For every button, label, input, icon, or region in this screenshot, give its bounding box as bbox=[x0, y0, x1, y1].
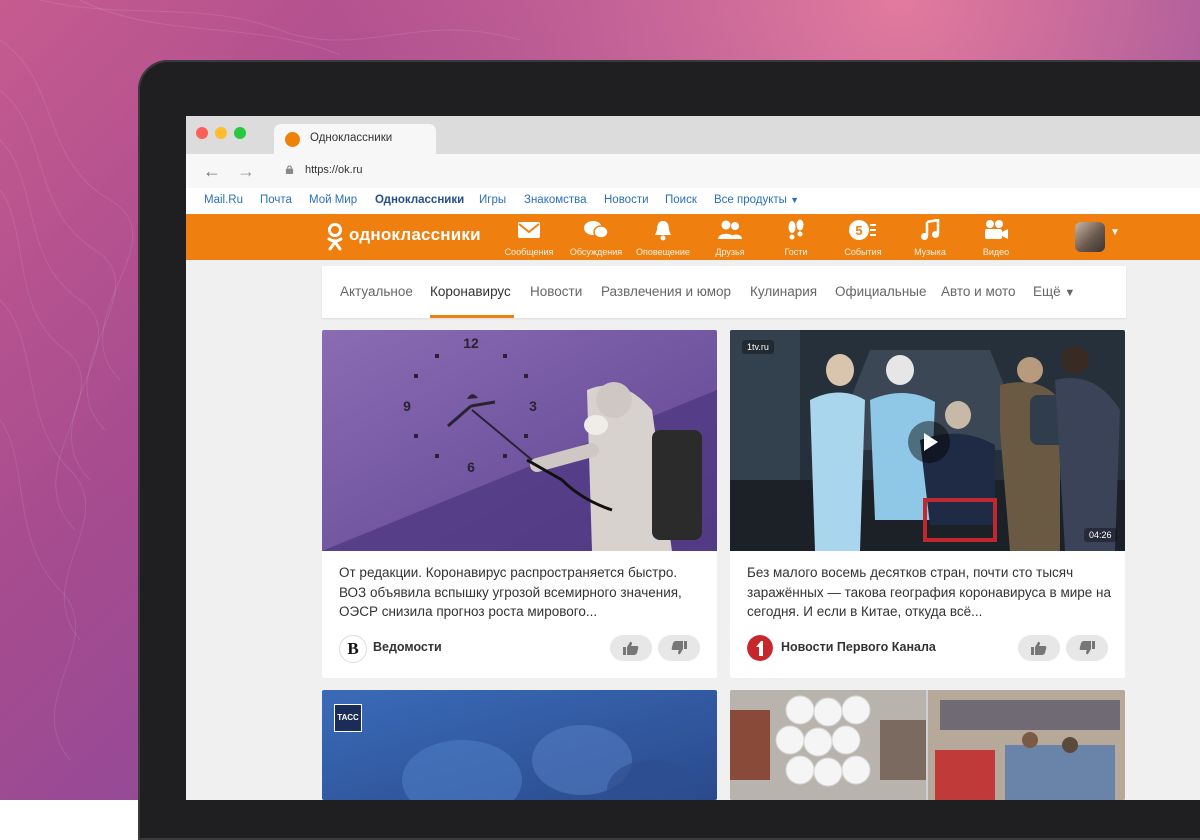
portal-nav: Mail.Ru Почта Мой Мир Одноклассники Игры… bbox=[186, 188, 1200, 215]
card-text: Без малого восемь десятков стран, почти … bbox=[747, 565, 1111, 619]
vedomosti-logo-icon[interactable]: В bbox=[339, 635, 367, 663]
thumbs-down-icon bbox=[1079, 641, 1095, 655]
nav-messages[interactable]: Сообщения bbox=[497, 219, 561, 257]
nav-video-label: Видео bbox=[982, 247, 1010, 257]
thumbs-up-icon bbox=[1031, 641, 1047, 655]
lock-icon bbox=[285, 165, 294, 174]
portal-link-poisk[interactable]: Поиск bbox=[665, 194, 697, 206]
tab-avto-i-moto[interactable]: Авто и мото bbox=[941, 284, 1016, 299]
video-duration: 04:26 bbox=[1084, 528, 1117, 542]
portal-link-mailru[interactable]: Mail.Ru bbox=[204, 194, 243, 206]
tab-razvlecheniya[interactable]: Развлечения и юмор bbox=[601, 284, 731, 299]
caret-down-icon: ▼ bbox=[1064, 287, 1076, 299]
news-card[interactable]: 12 9 3 6 От редакции. Коронавирус распро… bbox=[322, 330, 717, 678]
play-icon[interactable] bbox=[908, 421, 950, 463]
source-name[interactable]: Ведомости bbox=[373, 640, 442, 654]
card-image-tass bbox=[322, 690, 717, 800]
thumbs-down-icon bbox=[671, 641, 687, 655]
tab-novosti[interactable]: Новости bbox=[530, 284, 582, 299]
window-zoom-button[interactable] bbox=[234, 127, 246, 139]
ok-favicon-icon bbox=[285, 132, 300, 147]
source-name[interactable]: Новости Первого Канала bbox=[781, 640, 936, 654]
portal-link-pochta[interactable]: Почта bbox=[260, 194, 292, 206]
tass-logo-icon[interactable]: ТАСС bbox=[334, 704, 362, 732]
video-camera-icon bbox=[985, 220, 1008, 239]
source-badge: 1tv.ru bbox=[742, 340, 774, 354]
news-card[interactable] bbox=[730, 690, 1125, 800]
svg-text:9: 9 bbox=[403, 398, 411, 414]
svg-text:5: 5 bbox=[855, 223, 862, 238]
nav-friends[interactable]: Друзья bbox=[698, 219, 762, 257]
card-image-supermarket bbox=[730, 690, 1125, 800]
tab-koronavirus[interactable]: Коронавирус bbox=[430, 284, 511, 299]
portal-link-znakomstva[interactable]: Знакомства bbox=[524, 194, 587, 206]
portal-link-igry[interactable]: Игры bbox=[479, 194, 506, 206]
active-tab-indicator bbox=[430, 315, 514, 318]
nav-music-label: Музыка bbox=[914, 247, 946, 257]
nav-events[interactable]: 5 События bbox=[831, 219, 895, 257]
card-image-disinfection: 12 9 3 6 bbox=[322, 330, 717, 551]
channel-one-logo-icon[interactable] bbox=[747, 635, 773, 661]
like-button[interactable] bbox=[1018, 635, 1060, 661]
ok-header: одноклассники Сообщения Обсуждения Опове… bbox=[186, 214, 1200, 260]
svg-text:12: 12 bbox=[463, 335, 479, 351]
window-close-button[interactable] bbox=[196, 127, 208, 139]
forward-arrow-icon[interactable]: → bbox=[236, 161, 256, 181]
friends-icon bbox=[718, 220, 742, 239]
tab-more-label: Ещё bbox=[1033, 284, 1061, 299]
address-bar: ← → https://ok.ru bbox=[186, 154, 1200, 189]
nav-messages-label: Сообщения bbox=[504, 247, 554, 257]
nav-notifications[interactable]: Оповещение bbox=[631, 219, 695, 257]
music-note-icon bbox=[921, 219, 940, 240]
ok-logo-text[interactable]: одноклассники bbox=[349, 225, 481, 245]
category-tabs: Актуальное Коронавирус Новости Развлечен… bbox=[322, 266, 1126, 318]
portal-link-odnoklassniki[interactable]: Одноклассники bbox=[375, 194, 464, 206]
nav-video[interactable]: Видео bbox=[964, 219, 1028, 257]
url-input[interactable]: https://ok.ru bbox=[305, 164, 362, 176]
back-arrow-icon[interactable]: ← bbox=[202, 161, 222, 181]
dislike-button[interactable] bbox=[1066, 635, 1108, 661]
svg-text:3: 3 bbox=[529, 398, 537, 414]
tab-title: Одноклассники bbox=[310, 132, 393, 144]
all-products-label: Все продукты bbox=[714, 194, 787, 206]
events-icon: 5 bbox=[849, 220, 876, 240]
caret-down-icon[interactable]: ▼ bbox=[1110, 227, 1120, 238]
nav-guests[interactable]: Гости bbox=[764, 219, 828, 257]
dislike-button[interactable] bbox=[658, 635, 700, 661]
portal-link-all-products[interactable]: Все продукты ▼ bbox=[714, 194, 799, 206]
thumbs-up-icon bbox=[623, 641, 639, 655]
ok-logo-icon[interactable] bbox=[326, 222, 344, 252]
nav-notifications-label: Оповещение bbox=[636, 247, 690, 257]
tab-oficialnye[interactable]: Официальные bbox=[835, 284, 927, 299]
tab-aktualnoe[interactable]: Актуальное bbox=[340, 284, 413, 299]
bell-icon bbox=[655, 221, 671, 241]
nav-discussions-label: Обсуждения bbox=[569, 247, 623, 257]
nav-events-label: События bbox=[844, 247, 882, 257]
footprints-icon bbox=[788, 219, 804, 240]
chat-bubbles-icon bbox=[584, 221, 609, 239]
card-text: От редакции. Коронавирус распространяетс… bbox=[339, 565, 682, 619]
browser-tab[interactable]: Одноклассники bbox=[274, 124, 436, 154]
portal-link-novosti[interactable]: Новости bbox=[604, 194, 649, 206]
browser-screen: Одноклассники ← → https://ok.ru Mail.Ru … bbox=[186, 116, 1200, 800]
news-card[interactable]: ТАСС bbox=[322, 690, 717, 800]
nav-music[interactable]: Музыка bbox=[898, 219, 962, 257]
caret-down-icon: ▼ bbox=[790, 195, 800, 205]
nav-friends-label: Друзья bbox=[715, 247, 745, 257]
portal-link-moi-mir[interactable]: Мой Мир bbox=[309, 194, 357, 206]
browser-tab-bar: Одноклассники bbox=[186, 116, 1200, 154]
envelope-icon bbox=[518, 222, 540, 238]
svg-text:6: 6 bbox=[467, 459, 475, 475]
nav-guests-label: Гости bbox=[784, 247, 808, 257]
tab-more[interactable]: Ещё ▼ bbox=[1033, 284, 1075, 299]
news-card[interactable]: 1tv.ru 04:26 Без малого восемь десятков … bbox=[730, 330, 1125, 678]
user-avatar[interactable] bbox=[1075, 222, 1105, 252]
nav-discussions[interactable]: Обсуждения bbox=[564, 219, 628, 257]
like-button[interactable] bbox=[610, 635, 652, 661]
tab-kulinariya[interactable]: Кулинария bbox=[750, 284, 817, 299]
window-minimize-button[interactable] bbox=[215, 127, 227, 139]
